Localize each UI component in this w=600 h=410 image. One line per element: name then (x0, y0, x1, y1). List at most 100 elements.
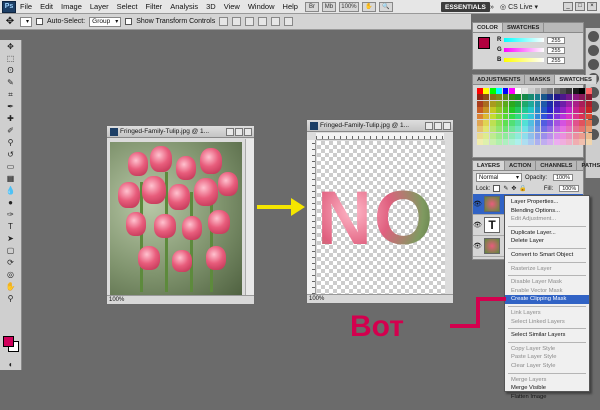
swatch[interactable] (547, 94, 554, 101)
menu-help[interactable]: Help (279, 2, 302, 11)
swatch[interactable] (521, 139, 528, 146)
swatch[interactable] (489, 94, 496, 101)
move-tool-icon[interactable]: ✥ (4, 16, 16, 28)
swatch[interactable] (579, 119, 586, 126)
swatch[interactable] (553, 119, 560, 126)
swatch[interactable] (534, 94, 541, 101)
swatch[interactable] (572, 132, 579, 139)
bridge-icon[interactable]: Br (304, 1, 319, 12)
swatch[interactable] (483, 126, 490, 133)
swatch[interactable] (585, 119, 592, 126)
swatch[interactable] (489, 132, 496, 139)
swatch[interactable] (477, 94, 483, 101)
swatch[interactable] (585, 126, 592, 133)
transform-controls-checkbox[interactable] (125, 18, 133, 25)
swatch[interactable] (579, 88, 586, 94)
swatch[interactable] (508, 119, 515, 126)
swatch[interactable] (528, 139, 535, 146)
swatch[interactable] (521, 107, 528, 114)
context-item-select-similar-layers[interactable]: Select Similar Layers (505, 331, 589, 340)
swatch[interactable] (540, 113, 547, 120)
blue-slider[interactable] (504, 58, 544, 62)
swatch[interactable] (585, 132, 592, 139)
swatch[interactable] (521, 100, 528, 107)
document-title-bar[interactable]: Fringed-Family-Tulip.jpg @ 1... (107, 126, 254, 138)
swatch[interactable] (489, 126, 496, 133)
swatch[interactable] (515, 132, 522, 139)
swatch[interactable] (547, 132, 554, 139)
swatch[interactable] (534, 88, 541, 94)
swatch[interactable] (547, 100, 554, 107)
minibridge-icon[interactable]: Mb (321, 1, 336, 12)
swatch[interactable] (502, 88, 509, 94)
quick-select-tool-icon[interactable]: ✎ (3, 77, 19, 88)
doc-close-icon[interactable] (244, 127, 252, 136)
swatch[interactable] (508, 132, 515, 139)
swatch[interactable] (553, 88, 560, 94)
swatch[interactable] (585, 100, 592, 107)
swatch[interactable] (528, 126, 535, 133)
swatch[interactable] (566, 132, 573, 139)
swatch[interactable] (502, 126, 509, 133)
swatch[interactable] (534, 139, 541, 146)
swatch[interactable] (566, 107, 573, 114)
swatch[interactable] (572, 139, 579, 146)
swatch[interactable] (502, 100, 509, 107)
align-left-icon[interactable] (258, 17, 268, 26)
lock-all-icon[interactable]: 🔒 (519, 185, 526, 192)
swatch[interactable] (477, 113, 483, 120)
swatch[interactable] (521, 88, 528, 94)
swatch[interactable] (572, 88, 579, 94)
swatch[interactable] (553, 107, 560, 114)
swatch[interactable] (560, 119, 566, 126)
swatch[interactable] (553, 100, 560, 107)
swatch[interactable] (572, 119, 579, 126)
swatch[interactable] (534, 107, 541, 114)
crop-tool-icon[interactable]: ⌗ (3, 89, 19, 100)
tab-action[interactable]: ACTION (505, 161, 537, 170)
document-zoom[interactable]: 100% (109, 297, 124, 303)
swatch[interactable] (540, 132, 547, 139)
swatch[interactable] (560, 107, 566, 114)
swatch[interactable] (566, 100, 573, 107)
masks-panel-icon[interactable] (587, 59, 599, 70)
context-item-create-clipping-mask[interactable]: Create Clipping Mask (505, 295, 589, 304)
swatch[interactable] (566, 113, 573, 120)
swatch[interactable] (502, 94, 509, 101)
align-top-icon[interactable] (219, 17, 229, 26)
tab-styles[interactable]: SWATCHES (503, 23, 545, 32)
context-item-convert-to-smart-object[interactable]: Convert to Smart Object (505, 251, 589, 260)
green-slider[interactable] (504, 48, 544, 52)
tab-swatches[interactable]: SWATCHES (555, 75, 597, 84)
swatch[interactable] (528, 107, 535, 114)
auto-select-dropdown[interactable]: Group (89, 16, 122, 27)
swatch[interactable] (528, 113, 535, 120)
shape-tool-icon[interactable]: ▢ (3, 245, 19, 256)
doc-maximize-icon[interactable] (235, 127, 243, 136)
minimize-icon[interactable]: _ (563, 2, 573, 11)
swatch[interactable] (515, 139, 522, 146)
swatch[interactable] (540, 88, 547, 94)
tulip-photo-canvas[interactable] (110, 142, 242, 296)
swatch[interactable] (521, 126, 528, 133)
auto-select-checkbox[interactable] (36, 18, 43, 25)
swatch[interactable] (515, 107, 522, 114)
swatch[interactable] (553, 132, 560, 139)
document-zoom[interactable]: 100% (309, 296, 324, 302)
swatch[interactable] (560, 126, 566, 133)
swatch[interactable] (572, 100, 579, 107)
quick-mask-icon[interactable]: ◐ (3, 359, 19, 370)
swatch[interactable] (579, 100, 586, 107)
path-select-tool-icon[interactable]: ➤ (3, 233, 19, 244)
hand-icon[interactable]: ✋ (361, 1, 376, 12)
workspace-button[interactable]: ESSENTIALS (441, 2, 490, 12)
swatch[interactable] (572, 113, 579, 120)
swatch[interactable] (572, 94, 579, 101)
swatch[interactable] (477, 139, 483, 146)
menu-view[interactable]: View (220, 2, 244, 11)
swatch[interactable] (521, 113, 528, 120)
swatch[interactable] (496, 119, 503, 126)
align-middle-icon[interactable] (232, 17, 242, 26)
horizontal-ruler[interactable] (316, 133, 444, 140)
swatch[interactable] (483, 113, 490, 120)
